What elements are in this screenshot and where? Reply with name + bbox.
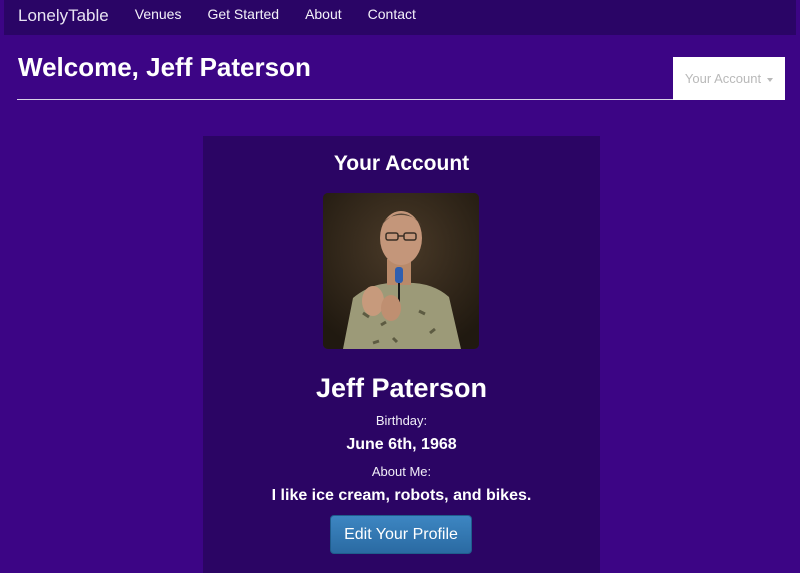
top-navbar: LonelyTable Venues Get Started About Con… [4, 0, 796, 35]
about-me-label: About Me: [371, 464, 432, 479]
profile-photo-image [323, 193, 479, 349]
nav-link-get-started[interactable]: Get Started [207, 6, 279, 22]
nav-link-venues[interactable]: Venues [135, 6, 182, 22]
nav-link-contact[interactable]: Contact [368, 6, 416, 22]
birthday-label: Birthday: [375, 413, 428, 428]
profile-photo [323, 193, 479, 349]
about-me-value: I like ice cream, robots, and bikes. [271, 487, 532, 504]
nav-link-about[interactable]: About [305, 6, 342, 22]
account-card: Your Account Jeff Paterson Birthday: Jun… [203, 136, 600, 573]
page-title: Welcome, Jeff Paterson [18, 52, 311, 82]
profile-name: Jeff Paterson [315, 373, 488, 403]
brand-link[interactable]: LonelyTable [18, 6, 109, 26]
account-dropdown[interactable]: Your Account [673, 57, 785, 100]
birthday-value: June 6th, 1968 [346, 436, 457, 453]
card-title: Your Account [333, 152, 470, 175]
edit-profile-button[interactable]: Edit Your Profile [330, 515, 472, 554]
account-dropdown-label: Your Account [684, 71, 762, 86]
header-divider [17, 99, 673, 100]
caret-down-icon [767, 77, 774, 82]
